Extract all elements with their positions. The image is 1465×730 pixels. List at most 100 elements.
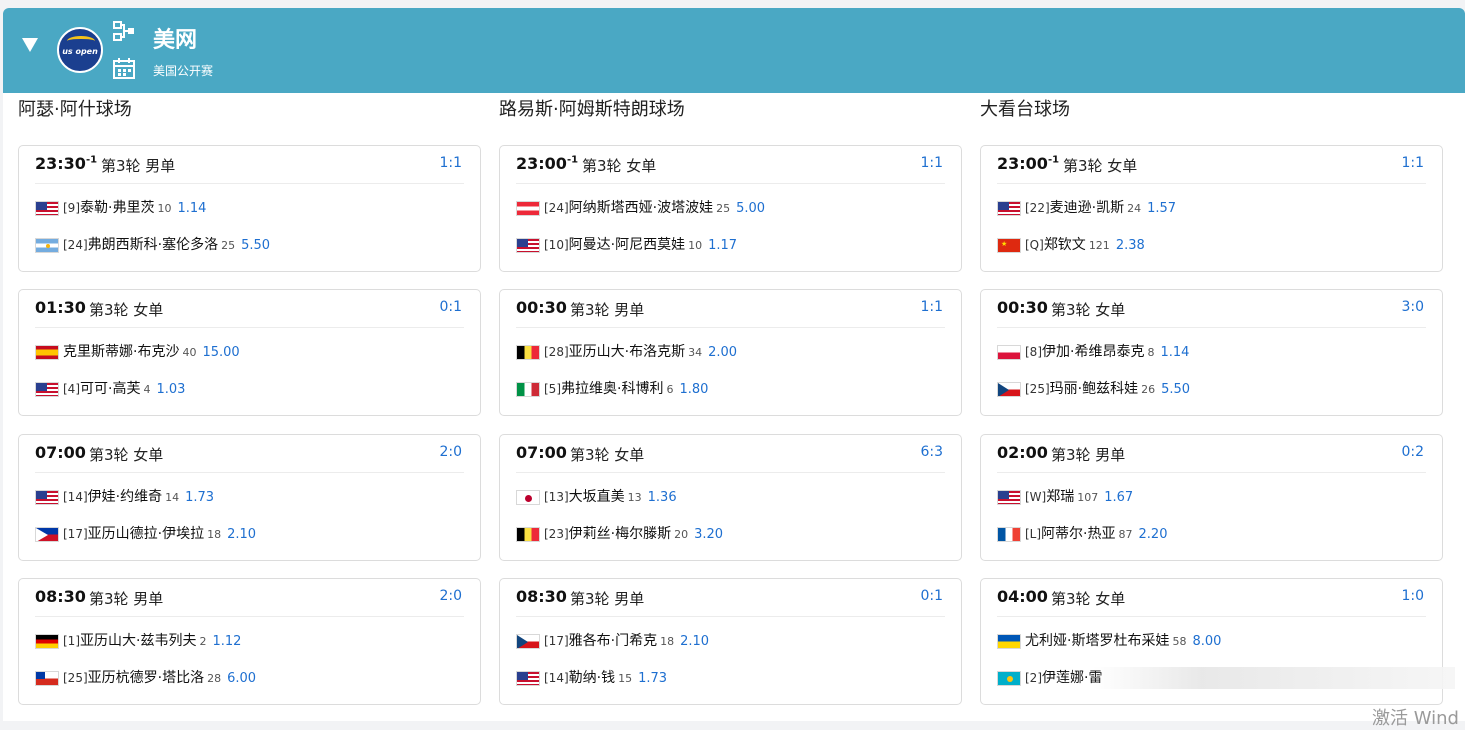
player-odds[interactable]: 1.67 — [1104, 490, 1133, 505]
player-row[interactable]: [24]阿纳斯塔西娅·波塔波娃 25 5.00 — [516, 197, 765, 219]
match-card[interactable]: 07:00 第3轮 女单 6:3 [13]大坂直美 13 1.36 [23]伊莉丝·… — [499, 434, 962, 561]
player-name: 郑瑞 — [1046, 489, 1075, 505]
collapse-toggle-icon[interactable] — [22, 38, 38, 52]
player-rank: 10 — [688, 239, 703, 252]
match-header: 08:30 第3轮 男单 2:0 — [35, 579, 464, 617]
player-row[interactable]: [14]伊娃·约维奇 14 1.73 — [35, 486, 214, 508]
player-row[interactable]: 克里斯蒂娜·布克沙 40 15.00 — [35, 341, 240, 363]
activation-watermark: 激活 Wind — [1372, 708, 1459, 729]
player-rank: 18 — [207, 528, 222, 541]
calendar-icon[interactable] — [113, 57, 135, 79]
player-row[interactable]: [25]亚历杭德罗·塔比洛 28 6.00 — [35, 667, 256, 689]
match-time: 07:00 — [516, 443, 567, 462]
player-rank: 34 — [688, 346, 703, 359]
court-column: 阿瑟·阿什球场 23:30-1 第3轮 男单 1:1 [9]泰勒·弗里茨 10 1.… — [18, 96, 481, 716]
player-odds[interactable]: 1.36 — [648, 490, 677, 505]
player-odds[interactable]: 1.57 — [1147, 201, 1176, 216]
player-row[interactable]: [14]勒纳·钱 15 1.73 — [516, 667, 667, 689]
player-odds[interactable]: 2.00 — [708, 345, 737, 360]
player-row[interactable]: [25]玛丽·鲍兹科娃 26 5.50 — [997, 378, 1190, 400]
player-odds[interactable]: 1.17 — [708, 238, 737, 253]
player-odds[interactable]: 2.20 — [1139, 527, 1168, 542]
match-time: 04:00 — [997, 587, 1048, 606]
match-card[interactable]: 01:30 第3轮 女单 0:1 克里斯蒂娜·布克沙 40 15.00 [4]可可·… — [18, 289, 481, 416]
match-card[interactable]: 00:30 第3轮 男单 1:1 [28]亚历山大·布洛克斯 34 2.00 [5]… — [499, 289, 962, 416]
match-round: 第3轮 女单 — [89, 301, 164, 319]
player-odds[interactable]: 1.80 — [679, 382, 708, 397]
match-round: 第3轮 男单 — [101, 157, 176, 175]
player-odds[interactable]: 3.20 — [694, 527, 723, 542]
match-card[interactable]: 23:00-1 第3轮 女单 1:1 [24]阿纳斯塔西娅·波塔波娃 25 5.00… — [499, 145, 962, 272]
it-flag-icon — [516, 381, 540, 397]
match-score: 2:0 — [439, 444, 462, 460]
player-row[interactable]: [28]亚历山大·布洛克斯 34 2.00 — [516, 341, 737, 363]
player-odds[interactable]: 2.10 — [227, 527, 256, 542]
player-row[interactable]: [17]亚历山德拉·伊埃拉 18 2.10 — [35, 523, 256, 545]
player-odds[interactable]: 8.00 — [1192, 634, 1221, 649]
match-time: 08:30 — [516, 587, 567, 606]
match-round: 第3轮 男单 — [570, 301, 645, 319]
player-odds[interactable]: 1.03 — [156, 382, 185, 397]
player-row[interactable]: [22]麦迪逊·凯斯 24 1.57 — [997, 197, 1176, 219]
player-row[interactable]: [9]泰勒·弗里茨 10 1.14 — [35, 197, 206, 219]
player-seed: [17] — [63, 527, 88, 541]
player-odds[interactable]: 1.14 — [177, 201, 206, 216]
player-row[interactable]: [1]亚历山大·兹韦列夫 2 1.12 — [35, 630, 241, 652]
player-row[interactable]: ★ [Q]郑钦文 121 2.38 — [997, 234, 1145, 256]
player-row[interactable]: [23]伊莉丝·梅尔滕斯 20 3.20 — [516, 523, 723, 545]
player-odds[interactable]: 1.12 — [212, 634, 241, 649]
player-odds[interactable]: 1.73 — [638, 671, 667, 686]
us-flag-icon — [997, 489, 1021, 505]
day-offset: -1 — [566, 154, 579, 166]
match-time: 00:30 — [997, 298, 1048, 317]
player-row[interactable]: [10]阿曼达·阿尼西莫娃 10 1.17 — [516, 234, 737, 256]
match-round: 第3轮 女单 — [582, 157, 657, 175]
match-card[interactable]: 08:30 第3轮 男单 0:1 [17]雅各布·门希克 18 2.10 [14]勒… — [499, 578, 962, 705]
player-name: 雅各布·门希克 — [568, 633, 658, 649]
match-card[interactable]: 07:00 第3轮 女单 2:0 [14]伊娃·约维奇 14 1.73 [17]亚历… — [18, 434, 481, 561]
player-name: 弗拉维奥·科博利 — [561, 381, 664, 397]
player-odds[interactable]: 2.38 — [1116, 238, 1145, 253]
player-odds[interactable]: 5.50 — [241, 238, 270, 253]
player-odds[interactable]: 1.14 — [1160, 345, 1189, 360]
player-rank: 18 — [660, 635, 675, 648]
player-row[interactable]: [8]伊加·希维昂泰克 8 1.14 — [997, 341, 1189, 363]
player-row[interactable]: [5]弗拉维奥·科博利 6 1.80 — [516, 378, 708, 400]
player-row[interactable]: [17]雅各布·门希克 18 2.10 — [516, 630, 709, 652]
player-row[interactable]: [13]大坂直美 13 1.36 — [516, 486, 677, 508]
us-flag-icon — [35, 200, 59, 216]
player-name: 克里斯蒂娜·布克沙 — [63, 344, 180, 360]
match-round: 第3轮 男单 — [89, 590, 164, 608]
player-row[interactable]: [24]弗朗西斯科·塞伦多洛 25 5.50 — [35, 234, 270, 256]
match-card[interactable]: 23:30-1 第3轮 男单 1:1 [9]泰勒·弗里茨 10 1.14 [24]弗… — [18, 145, 481, 272]
player-name: 可可·高芙 — [80, 381, 141, 397]
player-name: 麦迪逊·凯斯 — [1049, 200, 1125, 216]
match-card[interactable]: 23:00-1 第3轮 女单 1:1 [22]麦迪逊·凯斯 24 1.57 ★ [Q]… — [980, 145, 1443, 272]
player-seed: [W] — [1025, 490, 1047, 504]
match-score: 1:1 — [1401, 155, 1424, 171]
player-odds[interactable]: 1.73 — [185, 490, 214, 505]
player-seed: [14] — [63, 490, 88, 504]
player-odds[interactable]: 15.00 — [202, 345, 239, 360]
bracket-icon[interactable] — [113, 20, 135, 42]
player-row[interactable]: [W]郑瑞 107 1.67 — [997, 486, 1133, 508]
match-card[interactable]: 02:00 第3轮 男单 0:2 [W]郑瑞 107 1.67 [L]阿蒂尔·热亚 8… — [980, 434, 1443, 561]
player-name: 亚历山德拉·伊埃拉 — [87, 526, 205, 542]
day-offset: -1 — [1047, 154, 1060, 166]
player-row[interactable]: [4]可可·高芙 4 1.03 — [35, 378, 185, 400]
us-flag-icon — [516, 670, 540, 686]
court-name: 阿瑟·阿什球场 — [18, 99, 132, 120]
player-seed: [24] — [63, 238, 88, 252]
player-rank: 20 — [674, 528, 689, 541]
player-row[interactable]: 尤利娅·斯塔罗杜布采娃 58 8.00 — [997, 630, 1221, 652]
player-odds[interactable]: 6.00 — [227, 671, 256, 686]
player-odds[interactable]: 2.10 — [680, 634, 709, 649]
match-card[interactable]: 08:30 第3轮 男单 2:0 [1]亚历山大·兹韦列夫 2 1.12 [25]亚… — [18, 578, 481, 705]
player-odds[interactable]: 5.50 — [1161, 382, 1190, 397]
courts-grid: 阿瑟·阿什球场 23:30-1 第3轮 男单 1:1 [9]泰勒·弗里茨 10 1.… — [18, 96, 1448, 726]
player-row[interactable]: [L]阿蒂尔·热亚 87 2.20 — [997, 523, 1167, 545]
match-card[interactable]: 00:30 第3轮 女单 3:0 [8]伊加·希维昂泰克 8 1.14 [25]玛丽… — [980, 289, 1443, 416]
be-flag-icon — [516, 344, 540, 360]
player-odds[interactable]: 5.00 — [736, 201, 765, 216]
player-name: 弗朗西斯科·塞伦多洛 — [87, 237, 219, 253]
